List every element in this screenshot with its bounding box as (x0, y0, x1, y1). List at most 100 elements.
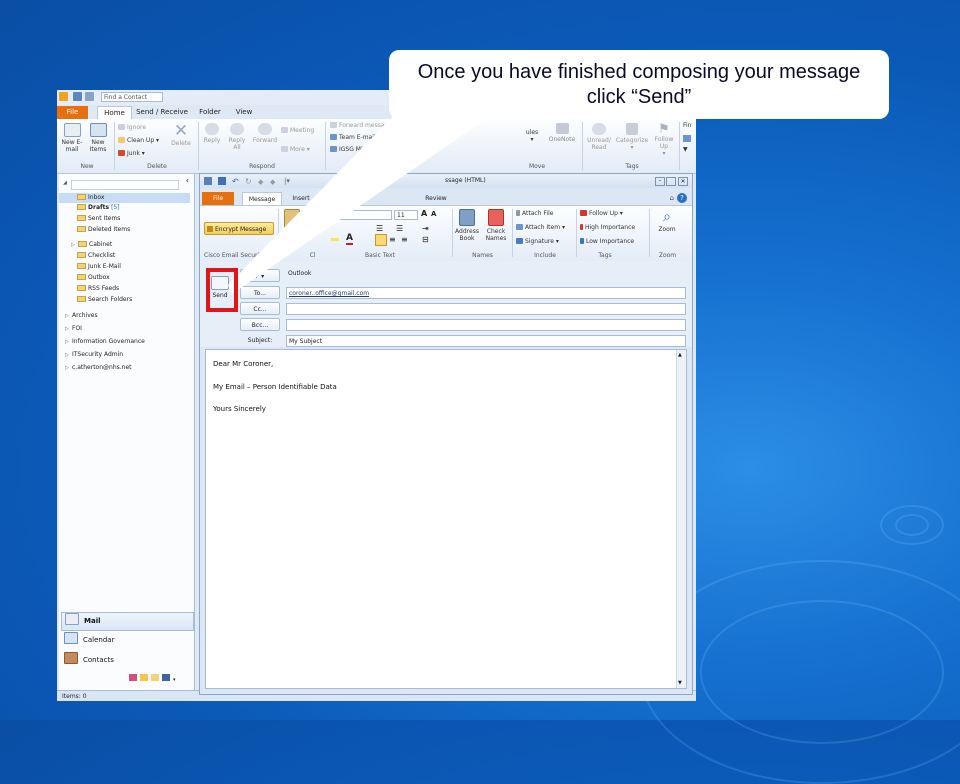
account-itsecurity-admin[interactable]: ▷ ITSecurity Admin (59, 350, 123, 360)
from-button[interactable]: F ▾ (240, 269, 280, 282)
expand-arrow-icon[interactable]: ▷ (65, 337, 72, 347)
align-center-icon[interactable]: ≡ (389, 235, 396, 244)
collapse-nav-icon[interactable]: ‹ (186, 176, 189, 185)
bcc-button[interactable]: Bcc... (240, 318, 280, 331)
nav-button-contacts[interactable]: Contacts (61, 652, 192, 669)
undo-icon[interactable] (85, 92, 94, 101)
attach-file-button[interactable]: Attach File (516, 210, 553, 218)
subject-field[interactable]: My Subject (286, 335, 686, 347)
quickstep-to-manager[interactable]: To Manager (404, 122, 448, 130)
reply-all-button[interactable]: Reply All (225, 123, 249, 151)
message-body-editor[interactable]: Dear Mr Coroner, My Email – Person Ident… (205, 349, 687, 689)
new-items-button[interactable]: New Items (85, 123, 111, 153)
highlight-color-icon[interactable] (331, 238, 339, 241)
tab-file[interactable]: File (202, 192, 234, 206)
expand-arrow-icon[interactable]: ▷ (65, 311, 72, 321)
nav-search-bar[interactable] (71, 180, 179, 190)
expand-arrow-icon[interactable]: ▷ (65, 350, 72, 360)
help-icon[interactable]: ? (677, 193, 687, 203)
forward-button[interactable]: Forward (251, 123, 279, 144)
account-archives[interactable]: ▷ Archives (59, 311, 98, 321)
paste-button[interactable]: Paste ▾ (281, 209, 303, 244)
address-book-button[interactable]: Address Book (453, 209, 481, 242)
to-button[interactable]: To... (240, 286, 280, 299)
follow-up-button[interactable]: Follow Up ▾ (580, 210, 623, 218)
align-right-icon[interactable]: ≡ (401, 235, 408, 244)
shrink-font-icon[interactable]: A (431, 210, 436, 218)
folder-junk-email[interactable]: Junk E-Mail (59, 262, 121, 272)
undo-icon[interactable]: ↶ (232, 175, 239, 189)
restore-button[interactable] (666, 177, 676, 186)
configure-buttons-icon[interactable]: ▾ (173, 677, 176, 683)
font-color-icon[interactable]: A (346, 234, 353, 245)
expand-arrow-icon[interactable]: ▷ (65, 324, 72, 334)
tab-options[interactable]: Options (322, 192, 356, 206)
tab-home[interactable]: Home (97, 106, 132, 120)
tab-insert[interactable]: Insert (286, 192, 316, 206)
follow-up-button[interactable]: ⚑ Follow Up ▾ (651, 123, 677, 157)
nav-button-mail[interactable]: Mail (61, 612, 194, 631)
quickstep-team-email[interactable]: Team E-mail (330, 134, 376, 142)
address-book-small-icon[interactable] (683, 135, 691, 142)
tasks-icon[interactable] (140, 674, 148, 681)
signature-button[interactable]: Signature ▾ (516, 238, 559, 246)
more-respond-button[interactable]: More ▾ (281, 146, 310, 154)
font-size-box[interactable]: 11 (394, 210, 418, 220)
junk-button[interactable]: Junk ▾ (118, 150, 145, 158)
quick-save-icon[interactable] (218, 177, 226, 185)
reply-button[interactable]: Reply (200, 123, 224, 144)
high-importance-button[interactable]: High Importance (580, 224, 635, 232)
nav-button-calendar[interactable]: Calendar (61, 632, 192, 649)
vertical-scrollbar[interactable]: ▲ ▼ (676, 350, 686, 688)
folder-outbox[interactable]: Outbox (59, 273, 110, 283)
redo-icon[interactable]: ↻ (245, 175, 252, 189)
send-receive-icon[interactable] (73, 92, 82, 101)
tab-review[interactable]: Review (420, 192, 452, 206)
customize-toolbar-icon[interactable]: |▾ (284, 174, 290, 188)
find-contact-box[interactable]: Find a Contact (101, 92, 163, 102)
low-importance-button[interactable]: Low Importance (580, 238, 634, 246)
quickstep-igsg-a[interactable]: IGSG A (404, 134, 434, 142)
folder-inbox[interactable]: Inbox (59, 193, 190, 203)
shortcuts-icon[interactable] (162, 674, 170, 681)
quickstep-forward-message[interactable]: Forward messag... (330, 122, 394, 130)
find-group[interactable]: Fin (683, 122, 691, 130)
folder-search-folders[interactable]: Search Folders (59, 295, 132, 305)
rules-button[interactable]: ules ▾ (522, 129, 542, 143)
categorize-button[interactable]: Categorize ▾ (614, 123, 650, 151)
filter-icon[interactable]: ▼ (683, 146, 688, 154)
account-email[interactable]: ▷ c.atherton@nhs.net (59, 363, 132, 373)
folder-drafts[interactable]: Drafts [5] (59, 203, 120, 213)
previous-item-icon[interactable]: ◆ (258, 175, 263, 189)
tab-send-receive[interactable]: Send / Receive (136, 106, 188, 119)
folder-deleted-items[interactable]: Deleted Items (59, 225, 130, 235)
cc-field[interactable] (286, 303, 686, 315)
account-information-governance[interactable]: ▷ Information Governance (59, 337, 145, 347)
align-left-icon[interactable] (375, 234, 387, 246)
folder-sent-items[interactable]: Sent Items (59, 214, 120, 224)
ignore-button[interactable]: Ignore (118, 124, 146, 132)
scroll-up-icon[interactable]: ▲ (678, 352, 682, 358)
minimize-ribbon-icon[interactable]: ⌂ (670, 194, 674, 202)
tab-file[interactable]: File (57, 106, 88, 119)
grow-font-icon[interactable]: A (421, 209, 427, 218)
account-foi[interactable]: ▷ FOI (59, 324, 82, 334)
attach-item-button[interactable]: Attach Item ▾ (516, 224, 565, 232)
unread-read-button[interactable]: Unread/ Read (584, 123, 614, 151)
tab-folder[interactable]: Folder (195, 106, 225, 119)
folder-cabinet[interactable]: ▷ Cabinet (59, 240, 112, 250)
to-field[interactable]: coroner..office@gmail.com (286, 287, 686, 299)
justify-icon[interactable]: ⊟ (422, 235, 429, 244)
next-item-icon[interactable]: ◆ (270, 175, 275, 189)
numbering-icon[interactable]: ☰ (396, 224, 403, 233)
notes-icon[interactable] (129, 674, 137, 681)
font-name-box[interactable]: Cal (326, 210, 392, 220)
expand-arrow-icon[interactable]: ▷ (71, 240, 78, 250)
onenote-button[interactable]: OneNote (545, 123, 579, 143)
bullets-icon[interactable]: ☰ (376, 224, 383, 233)
meeting-button[interactable]: Meeting (281, 127, 314, 135)
delete-button[interactable]: ✕ Delete (168, 123, 194, 148)
cc-button[interactable]: Cc... (240, 302, 280, 315)
folder-rss-feeds[interactable]: RSS Feeds (59, 284, 119, 294)
save-icon[interactable] (204, 177, 212, 185)
